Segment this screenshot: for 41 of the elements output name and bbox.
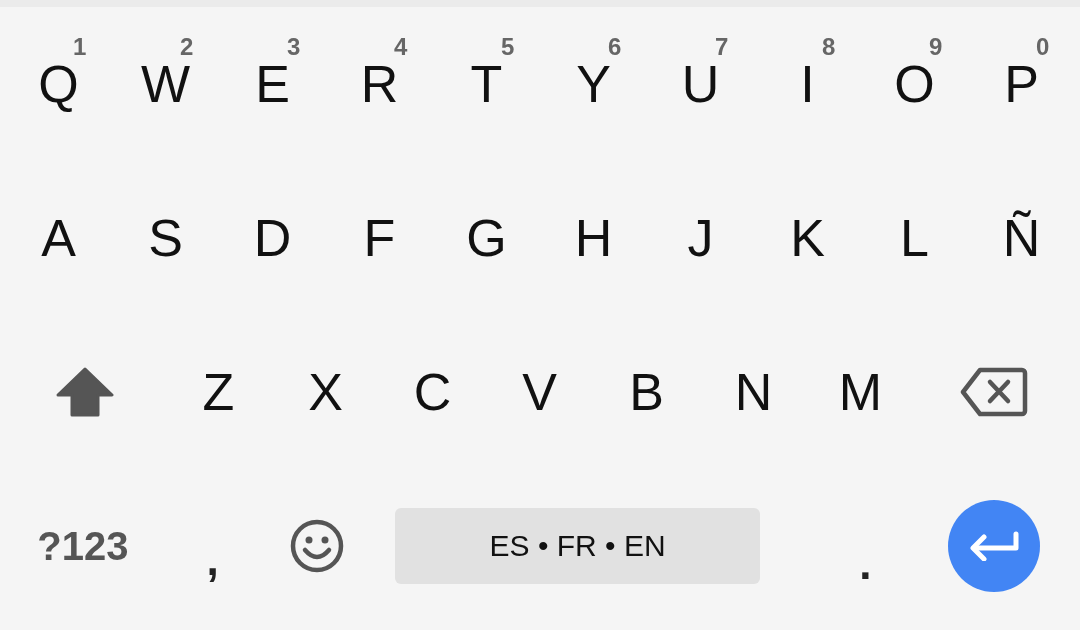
- number-hint: 0: [1036, 33, 1050, 61]
- letter-key[interactable]: G: [433, 183, 540, 293]
- letter-key[interactable]: U 7: [647, 29, 754, 139]
- letter-key[interactable]: Q 1: [5, 29, 112, 139]
- letter-key[interactable]: O 9: [861, 29, 968, 139]
- number-hint: 5: [501, 33, 515, 61]
- letter-key[interactable]: Y 6: [540, 29, 647, 139]
- letter-key[interactable]: L: [861, 183, 968, 293]
- letter-key[interactable]: V: [486, 337, 593, 447]
- number-hint: 1: [73, 33, 87, 61]
- letter-key[interactable]: R 4: [326, 29, 433, 139]
- comma-key[interactable]: ,: [160, 491, 265, 601]
- space-bar[interactable]: ES • FR • EN: [394, 508, 761, 584]
- letter-key[interactable]: J: [647, 183, 754, 293]
- letter-key[interactable]: C: [379, 337, 486, 447]
- period-key[interactable]: .: [813, 491, 918, 601]
- letter-key[interactable]: Z: [165, 337, 272, 447]
- letter-key[interactable]: T 5: [433, 29, 540, 139]
- number-hint: 6: [608, 33, 622, 61]
- letter-key[interactable]: F: [326, 183, 433, 293]
- letter-key[interactable]: W 2: [112, 29, 219, 139]
- letter-key[interactable]: E 3: [219, 29, 326, 139]
- number-hint: 4: [394, 33, 408, 61]
- letter-key[interactable]: A: [5, 183, 112, 293]
- number-hint: 9: [929, 33, 943, 61]
- symbols-key[interactable]: ?123: [5, 491, 161, 601]
- letter-key[interactable]: Ñ: [968, 183, 1075, 293]
- letter-key[interactable]: P 0: [968, 29, 1075, 139]
- letter-key[interactable]: N: [700, 337, 807, 447]
- letter-key[interactable]: M: [807, 337, 914, 447]
- letter-key[interactable]: X: [272, 337, 379, 447]
- number-hint: 8: [822, 33, 836, 61]
- number-hint: 2: [180, 33, 194, 61]
- letter-key[interactable]: H: [540, 183, 647, 293]
- number-hint: 7: [715, 33, 729, 61]
- letter-key[interactable]: I 8: [754, 29, 861, 139]
- letter-key[interactable]: K: [754, 183, 861, 293]
- letter-key[interactable]: S: [112, 183, 219, 293]
- letter-key[interactable]: D: [219, 183, 326, 293]
- number-hint: 3: [287, 33, 301, 61]
- letter-key[interactable]: B: [593, 337, 700, 447]
